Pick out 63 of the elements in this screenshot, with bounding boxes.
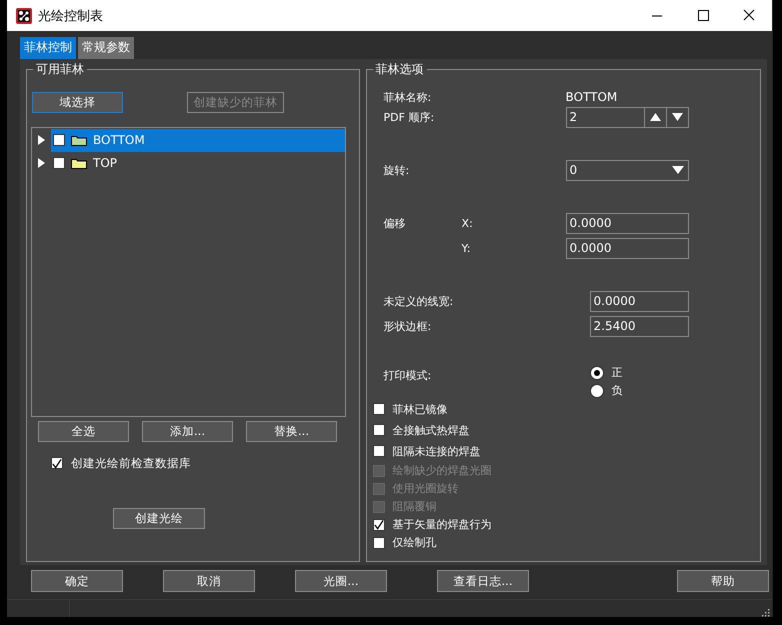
- tab[interactable]: 常规参数: [78, 37, 134, 59]
- create-button[interactable]: 创建光绘: [113, 508, 205, 529]
- checkbox[interactable]: [372, 445, 385, 458]
- checkbox[interactable]: [53, 157, 65, 170]
- expand-icon[interactable]: [38, 135, 45, 146]
- field-label: 打印模式:: [384, 368, 432, 383]
- checkbox[interactable]: [372, 424, 385, 436]
- field-label: 偏移: [384, 216, 407, 231]
- button[interactable]: 域选择: [32, 92, 123, 113]
- input-field[interactable]: 2.5400: [590, 316, 689, 337]
- checkbox-label: 菲林已镜像: [392, 402, 448, 417]
- group-title: 菲林选项: [374, 60, 425, 78]
- field-label: X:: [462, 216, 474, 230]
- button[interactable]: 添加...: [142, 420, 233, 442]
- button[interactable]: 全选: [38, 420, 129, 442]
- dropdown-arrow-icon[interactable]: [672, 166, 684, 174]
- layer-name: BOTTOM: [566, 90, 618, 104]
- checkbox-label: 绘制缺少的焊盘光圈: [392, 463, 492, 478]
- window-title: 光绘控制表: [38, 8, 103, 24]
- input-field[interactable]: 0.0000: [590, 290, 689, 312]
- checkbox-label: 基于矢量的焊盘行为: [392, 517, 492, 532]
- up-arrow-icon[interactable]: [650, 113, 661, 122]
- layer-name: BOTTOM: [93, 133, 145, 148]
- field-label: 旋转:: [384, 162, 410, 178]
- button[interactable]: 光圈...: [295, 570, 387, 592]
- rotation-dropdown[interactable]: 0: [566, 160, 689, 181]
- group-title: 可用菲林: [35, 60, 85, 78]
- button[interactable]: 确定: [31, 570, 123, 592]
- tree-item[interactable]: BOTTOM: [51, 128, 345, 152]
- button[interactable]: 取消: [163, 570, 255, 592]
- field-label: PDF 顺序:: [384, 110, 436, 125]
- radio-label: 负: [612, 383, 623, 398]
- field-label: 菲林名称:: [384, 90, 432, 105]
- checkbox-label: 全接触式热焊盘: [392, 422, 470, 438]
- tree-item[interactable]: TOP: [51, 152, 345, 175]
- checkbox[interactable]: [372, 536, 385, 549]
- checkbox[interactable]: [53, 134, 65, 146]
- resize-grip-icon[interactable]: [762, 609, 770, 617]
- checkbox[interactable]: [372, 518, 385, 531]
- checkbox-label: 阻隔覆铜: [392, 499, 437, 514]
- checkbox-label: 创建光绘前检查数据库: [71, 456, 191, 471]
- field-label: 形状边框:: [384, 318, 432, 334]
- button[interactable]: 替换...: [246, 420, 337, 442]
- down-arrow-icon[interactable]: [672, 113, 683, 122]
- radio-button[interactable]: [590, 366, 604, 380]
- input-field[interactable]: 0.0000: [566, 238, 689, 259]
- checkbox[interactable]: [51, 457, 63, 470]
- tab[interactable]: 菲林控制: [20, 37, 76, 59]
- checkbox-label: 仅绘制孔: [392, 535, 437, 550]
- app-icon: [16, 8, 32, 24]
- checkbox-label: 阻隔未连接的焊盘: [392, 444, 481, 459]
- field-label: Y:: [462, 242, 472, 255]
- button[interactable]: 帮助: [677, 570, 769, 592]
- radio-button[interactable]: [590, 384, 604, 398]
- expand-icon[interactable]: [38, 158, 45, 168]
- field-label: 未定义的线宽:: [384, 294, 454, 309]
- radio-label: 正: [612, 365, 623, 380]
- checkbox-label: 使用光圈旋转: [392, 481, 459, 496]
- input-field[interactable]: 0.0000: [566, 212, 689, 234]
- button[interactable]: 查看日志...: [437, 570, 529, 592]
- order-spinbox[interactable]: 2: [566, 106, 689, 128]
- layer-name: TOP: [93, 156, 118, 170]
- checkbox[interactable]: [372, 403, 385, 416]
